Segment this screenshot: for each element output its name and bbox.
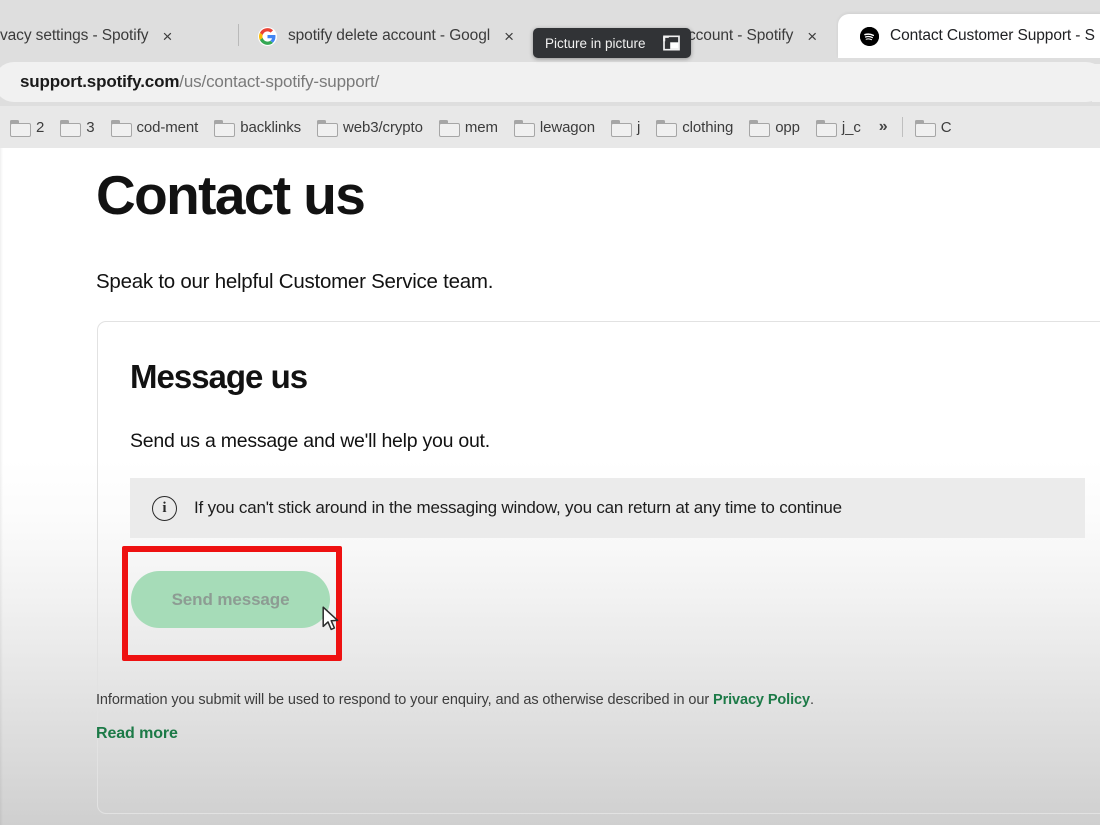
picture-in-picture-tooltip: Picture in picture	[533, 28, 691, 58]
spotify-icon	[860, 26, 879, 46]
footer-disclaimer-text: Information you submit will be used to r…	[96, 692, 713, 708]
bookmark-label: j_c	[841, 118, 861, 136]
bookmark-label: C	[940, 118, 952, 136]
card-heading: Message us	[130, 358, 308, 395]
browser-tab-1[interactable]: vacy settings - Spotify ×	[0, 14, 238, 58]
bookmark-item[interactable]: 2	[4, 118, 54, 137]
bookmark-label: lewagon	[539, 118, 596, 136]
tab-title: spotify delete account - Googl	[288, 27, 491, 44]
info-notice-text: If you can't stick around in the messagi…	[194, 498, 842, 517]
url-path: /us/contact-spotify-support/	[179, 72, 380, 91]
bookmark-label: opp	[775, 118, 800, 136]
bookmark-label: clothing	[682, 118, 734, 136]
bookmark-label: 3	[86, 118, 95, 136]
bookmark-item[interactable]: lewagon	[508, 118, 605, 137]
bookmark-item[interactable]: cod-ment	[105, 118, 209, 137]
tab-separator	[238, 24, 239, 46]
tab-title: ccount - Spotify	[688, 27, 794, 44]
bookmark-item[interactable]: 3	[54, 118, 104, 137]
bookmark-item[interactable]: j	[605, 118, 650, 137]
google-icon	[258, 26, 277, 46]
tab-title: Contact Customer Support - S	[890, 27, 1095, 44]
address-bar-url[interactable]: support.spotify.com/us/contact-spotify-s…	[20, 70, 379, 94]
tab-close-icon[interactable]: ×	[504, 28, 514, 45]
bookmark-item[interactable]: web3/crypto	[311, 118, 433, 137]
privacy-policy-link[interactable]: Privacy Policy	[713, 692, 810, 708]
page-content: Contact us Speak to our helpful Customer…	[0, 148, 1100, 825]
tab-close-icon[interactable]: ×	[807, 28, 817, 45]
footer-disclaimer-period: .	[809, 692, 814, 708]
bookmark-label: j	[637, 118, 641, 136]
browser-chrome: vacy settings - Spotify × spotify delete…	[0, 0, 1100, 148]
footer-disclaimer: Information you submit will be used to r…	[96, 692, 814, 708]
folder-icon	[611, 119, 633, 137]
bookmarks-bar: 2 3 cod-ment backlinks web3/crypto mem l…	[0, 106, 1100, 148]
bookmark-label: mem	[464, 118, 498, 136]
folder-icon	[749, 119, 771, 137]
folder-icon	[513, 119, 535, 137]
folder-icon	[110, 119, 132, 137]
bookmark-label: web3/crypto	[343, 118, 423, 136]
bookmark-label: backlinks	[240, 118, 302, 136]
bookmark-item[interactable]: mem	[433, 118, 508, 137]
info-icon: i	[152, 495, 177, 521]
bookmark-label: 2	[36, 118, 45, 136]
bookmark-item[interactable]: C	[909, 118, 962, 137]
bookmark-item[interactable]: opp	[743, 118, 810, 137]
picture-in-picture-icon[interactable]	[662, 34, 681, 52]
bookmark-item[interactable]: clothing	[650, 118, 743, 137]
read-more-link[interactable]: Read more	[96, 725, 178, 743]
folder-icon	[60, 119, 82, 137]
folder-icon	[10, 119, 31, 137]
bookmarks-overflow-button[interactable]: »	[871, 118, 896, 136]
bookmarks-divider	[901, 117, 903, 137]
pip-tooltip-label: Picture in picture	[545, 35, 646, 51]
bookmark-item[interactable]: backlinks	[208, 118, 311, 137]
folder-icon	[656, 119, 678, 137]
address-bar-right-edge	[1092, 64, 1100, 102]
folder-icon	[815, 119, 837, 137]
browser-tab-2[interactable]: spotify delete account - Googl ×	[248, 14, 538, 58]
folder-icon	[317, 119, 339, 137]
tab-strip: vacy settings - Spotify × spotify delete…	[0, 0, 1100, 58]
tab-close-icon[interactable]: ×	[162, 28, 172, 45]
info-notice: i If you can't stick around in the messa…	[130, 478, 1085, 538]
bookmark-item[interactable]: j_c	[810, 118, 871, 137]
page-lede: Speak to our helpful Customer Service te…	[96, 270, 494, 293]
browser-tab-4[interactable]: Contact Customer Support - S	[838, 14, 1100, 58]
folder-icon	[214, 119, 236, 137]
card-subheading: Send us a message and we'll help you out…	[130, 430, 490, 452]
url-domain: support.spotify.com	[20, 72, 180, 91]
bookmark-label: cod-ment	[136, 118, 199, 136]
page-title: Contact us	[96, 164, 366, 226]
tab-title: vacy settings - Spotify	[0, 27, 149, 44]
folder-icon	[438, 119, 460, 137]
send-message-button[interactable]: Send message	[131, 571, 330, 628]
folder-icon	[914, 119, 936, 137]
